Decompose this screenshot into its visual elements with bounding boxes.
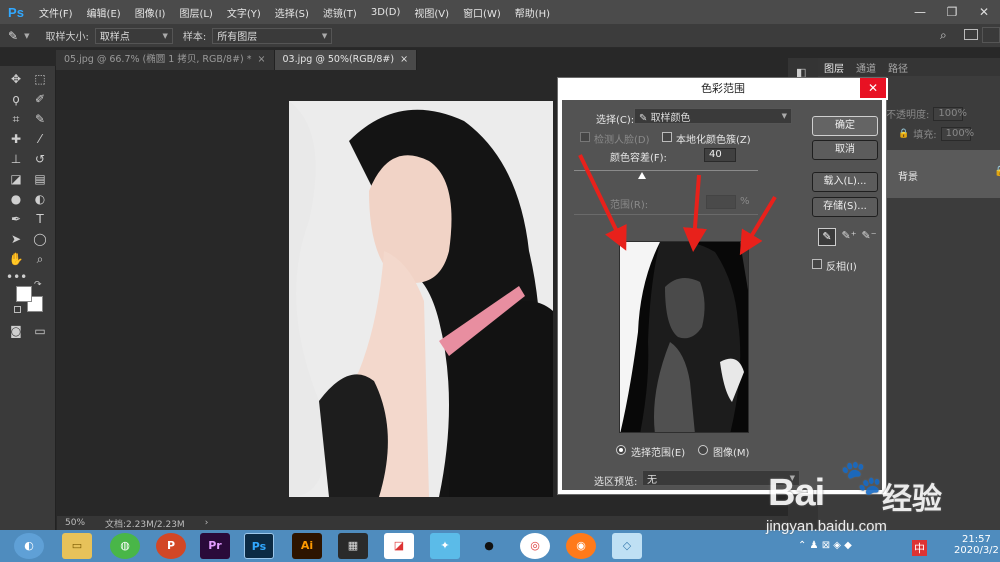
qq-icon[interactable]: ● [474,533,504,559]
watermark-brand-2: 经验 [882,482,942,517]
arrow-left [578,154,627,251]
illustrator-icon[interactable]: Ai [292,533,322,559]
file-explorer-icon[interactable]: ▭ [62,533,92,559]
arrow-right [739,195,777,256]
wechat-icon[interactable]: ◍ [110,533,140,559]
video-editor-icon[interactable]: ▦ [338,533,368,559]
red-app-icon[interactable]: ◪ [384,533,414,559]
photoshop-taskbar-icon[interactable]: Ps [244,533,274,559]
arrow-center [682,174,707,252]
chrome-icon[interactable]: ◎ [520,533,550,559]
watermark-url: jingyan.baidu.com [766,518,887,535]
premiere-icon[interactable]: Pr [200,533,230,559]
start-icon[interactable]: ◐ [14,533,44,559]
firefox-like-icon[interactable]: ◉ [566,533,596,559]
baidu-paw-icon: 🐾 [840,458,883,498]
tablet-app-icon[interactable]: ◇ [612,533,642,559]
foreground-color-swatch[interactable] [16,286,32,302]
powerpoint-icon[interactable]: P [156,533,186,559]
watermark-brand: Bai [768,472,825,514]
bird-app-icon[interactable]: ✦ [430,533,460,559]
baidu-watermark: Bai 🐾 经验 jingyan.baidu.com [760,450,980,550]
